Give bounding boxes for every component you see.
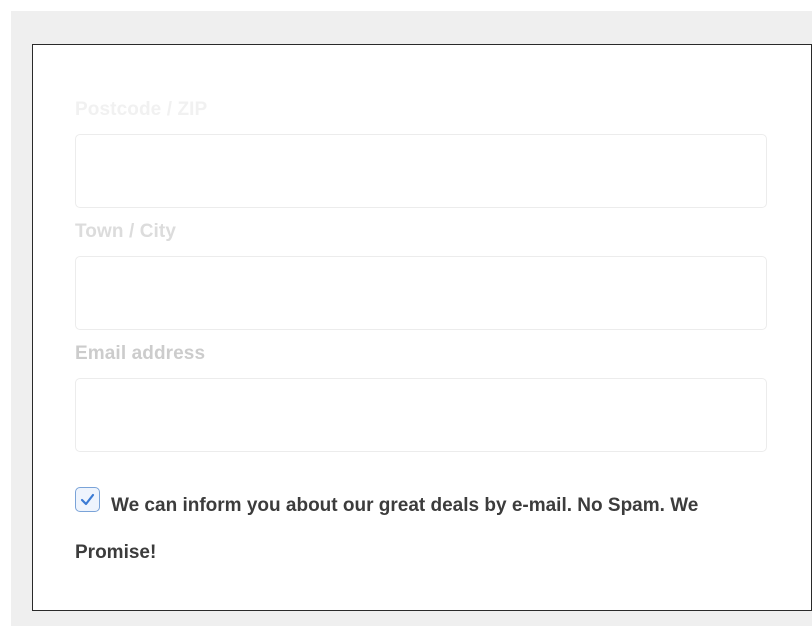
email-input[interactable] <box>75 378 767 452</box>
town-label: Town / City <box>75 221 177 242</box>
postcode-input[interactable] <box>75 134 767 208</box>
email-label: Email address <box>75 343 206 364</box>
town-input[interactable] <box>75 256 767 330</box>
address-form-panel: Postcode / ZIP Town / City Email address… <box>32 44 812 611</box>
postcode-label: Postcode / ZIP <box>75 99 208 120</box>
newsletter-consent-label: We can inform you about our great deals … <box>75 495 699 563</box>
